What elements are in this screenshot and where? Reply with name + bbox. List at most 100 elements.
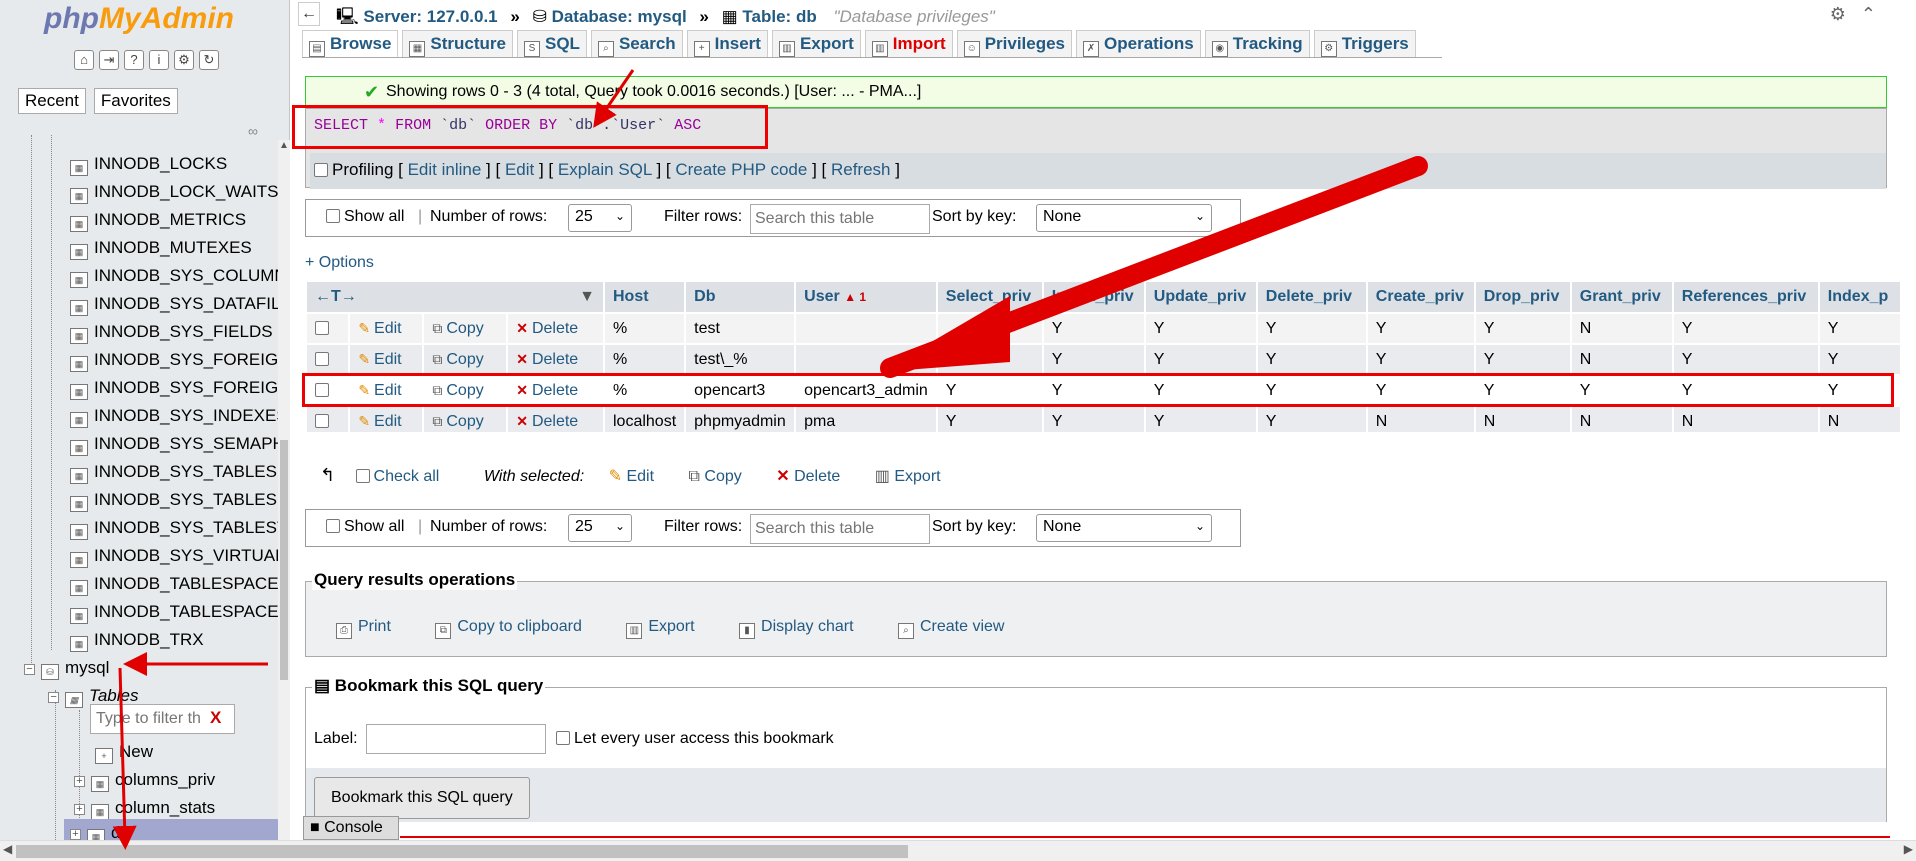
column-controls-icon[interactable]: ←T→ bbox=[315, 288, 357, 305]
settings-icon[interactable]: ⚙ bbox=[1830, 4, 1846, 24]
cell-user[interactable] bbox=[796, 345, 936, 374]
sort-by-key-select[interactable]: None ⌄ bbox=[1036, 514, 1212, 542]
column-header-index-priv[interactable]: Index_p bbox=[1819, 282, 1900, 312]
favorites-tab[interactable]: Favorites bbox=[93, 88, 178, 114]
show-all-control[interactable]: Show all bbox=[326, 518, 404, 536]
cell-references-priv[interactable]: Y bbox=[1673, 345, 1818, 374]
cell-delete-priv[interactable]: Y bbox=[1257, 314, 1366, 343]
documentation-icon[interactable]: i bbox=[149, 50, 169, 70]
cell-select-priv[interactable] bbox=[937, 314, 1042, 343]
cell-references-priv[interactable]: N bbox=[1673, 407, 1818, 432]
cell-create-priv[interactable]: Y bbox=[1367, 314, 1474, 343]
tree-item-innodb-mutexes[interactable]: ▦ INNODB_MUTEXES bbox=[70, 234, 252, 262]
expand-icon[interactable]: + bbox=[74, 804, 85, 815]
breadcrumb-server[interactable]: Server: 127.0.0.1 bbox=[363, 7, 497, 26]
bookmark-submit-button[interactable]: Bookmark this SQL query bbox=[314, 777, 530, 819]
column-header-host[interactable]: Host bbox=[605, 282, 685, 312]
cell-index-priv[interactable]: N bbox=[1819, 407, 1900, 432]
tree-item-innodb-sys-datafiles[interactable]: ▦ INNODB_SYS_DATAFILI bbox=[70, 290, 278, 318]
tree-item-innodb-sys-tablestats[interactable]: ▦ INNODB_SYS_TABLEST bbox=[70, 514, 278, 542]
tree-item-innodb-sys-semaphore[interactable]: ▦ INNODB_SYS_SEMAPH bbox=[70, 430, 278, 458]
cell-insert-priv[interactable]: Y bbox=[1043, 345, 1144, 374]
cell-create-priv[interactable]: N bbox=[1367, 407, 1474, 432]
explain-sql-link[interactable]: Explain SQL bbox=[558, 160, 652, 179]
column-header-grant-priv[interactable]: Grant_priv bbox=[1571, 282, 1672, 312]
cell-index-priv[interactable]: Y bbox=[1819, 314, 1900, 343]
cell-delete-priv[interactable]: Y bbox=[1257, 345, 1366, 374]
console-toggle[interactable]: ■ Console bbox=[303, 816, 399, 840]
column-header-user[interactable]: User ▲ 1 bbox=[796, 282, 936, 312]
column-header-update-priv[interactable]: Update_priv bbox=[1145, 282, 1256, 312]
column-header-select-priv[interactable]: Select_priv bbox=[937, 282, 1042, 312]
column-header-drop-priv[interactable]: Drop_priv bbox=[1475, 282, 1570, 312]
expand-icon[interactable]: + bbox=[74, 776, 85, 787]
tree-item-innodb-sys-tables[interactable]: ▦ INNODB_SYS_TABLES bbox=[70, 458, 277, 486]
tree-item-innodb-sys-virtual[interactable]: ▦ INNODB_SYS_VIRTUAL bbox=[70, 542, 278, 570]
cell-host[interactable]: % bbox=[605, 314, 685, 343]
let-every-user-checkbox[interactable] bbox=[556, 731, 570, 745]
scroll-right-icon[interactable]: ▶ bbox=[1904, 842, 1913, 856]
cell-drop-priv[interactable]: Y bbox=[1475, 314, 1570, 343]
cell-index-priv[interactable]: Y bbox=[1819, 345, 1900, 374]
column-header-delete-priv[interactable]: Delete_priv bbox=[1257, 282, 1366, 312]
print-button[interactable]: ⎙ Print bbox=[336, 618, 391, 639]
create-php-code-link[interactable]: Create PHP code bbox=[675, 160, 807, 179]
expand-icon[interactable]: + bbox=[70, 829, 81, 840]
chevron-down-icon[interactable]: ▼ bbox=[579, 288, 595, 306]
sort-by-key-select[interactable]: None ⌄ bbox=[1036, 204, 1212, 232]
tree-item-innodb-sys-indexes[interactable]: ▦ INNODB_SYS_INDEXES bbox=[70, 402, 278, 430]
settings-icon[interactable]: ⚙ bbox=[174, 50, 194, 70]
breadcrumb-database[interactable]: Database: mysql bbox=[552, 7, 687, 26]
column-resize-controls[interactable]: ←T→ ▼ bbox=[307, 282, 603, 312]
tree-item-innodb-trx[interactable]: ▦ INNODB_TRX bbox=[70, 626, 204, 654]
column-header-references-priv[interactable]: References_priv bbox=[1673, 282, 1818, 312]
tree-item-innodb-sys-columns[interactable]: ▦ INNODB_SYS_COLUMN bbox=[70, 262, 278, 290]
delete-row-button[interactable]: ✕ Delete bbox=[508, 407, 603, 432]
scroll-left-icon[interactable]: ◀ bbox=[3, 842, 12, 856]
bulk-delete-button[interactable]: ✕ Delete bbox=[776, 468, 840, 485]
tab-import[interactable]: ▥ Import bbox=[864, 30, 953, 58]
column-header-insert-priv[interactable]: Insert_priv bbox=[1043, 282, 1144, 312]
phpmyadmin-logo[interactable]: phpMyAdmin bbox=[44, 2, 234, 36]
tree-table-db[interactable]: + ▦ db bbox=[64, 819, 278, 840]
cell-grant-priv[interactable]: N bbox=[1571, 407, 1672, 432]
horizontal-scrollbar-thumb[interactable] bbox=[16, 845, 908, 858]
copy-row-button[interactable]: ⧉ Copy bbox=[424, 314, 507, 343]
cell-references-priv[interactable]: Y bbox=[1673, 314, 1818, 343]
logout-icon[interactable]: ⇥ bbox=[99, 50, 119, 70]
cell-user[interactable] bbox=[796, 314, 936, 343]
show-all-control[interactable]: Show all bbox=[326, 208, 404, 226]
collapse-sidebar-icon[interactable]: ← bbox=[298, 2, 320, 26]
column-header-db[interactable]: Db bbox=[686, 282, 795, 312]
breadcrumb-table[interactable]: Table: db bbox=[742, 7, 816, 26]
tree-db-mysql[interactable]: − ⛁ mysql bbox=[24, 654, 109, 682]
display-chart-button[interactable]: ▮ Display chart bbox=[739, 618, 854, 639]
cell-insert-priv[interactable]: Y bbox=[1043, 407, 1144, 432]
tree-item-innodb-sys-tablespaces[interactable]: ▦ INNODB_SYS_TABLESF bbox=[70, 486, 278, 514]
row-checkbox[interactable] bbox=[315, 413, 329, 428]
tab-export[interactable]: ▥ Export bbox=[771, 30, 861, 58]
edit-link[interactable]: Edit bbox=[505, 160, 534, 179]
tab-insert[interactable]: + Insert bbox=[686, 30, 768, 58]
create-view-button[interactable]: ⌕ Create view bbox=[897, 618, 1004, 639]
cell-drop-priv[interactable]: N bbox=[1475, 407, 1570, 432]
number-of-rows-select[interactable]: 25 ⌄ bbox=[568, 514, 632, 542]
row-checkbox[interactable] bbox=[315, 320, 329, 335]
delete-row-button[interactable]: ✕ Delete bbox=[508, 314, 603, 343]
tab-browse[interactable]: ▤ Browse bbox=[302, 30, 399, 58]
bulk-edit-button[interactable]: ✎ Edit bbox=[609, 468, 654, 485]
tree-table-column-stats[interactable]: + ▦ column_stats bbox=[74, 794, 215, 822]
cell-create-priv[interactable]: Y bbox=[1367, 345, 1474, 374]
tree-item-innodb-locks[interactable]: ▦ INNODB_LOCKS bbox=[70, 150, 227, 178]
bulk-export-button[interactable]: ▥ Export bbox=[875, 468, 941, 485]
cell-select-priv[interactable]: Y bbox=[937, 407, 1042, 432]
collapse-icon[interactable]: − bbox=[24, 664, 35, 675]
tree-table-columns-priv[interactable]: + ▦ columns_priv bbox=[74, 766, 215, 794]
home-icon[interactable]: ⌂ bbox=[74, 50, 94, 70]
cell-update-priv[interactable]: Y bbox=[1145, 345, 1256, 374]
tree-item-innodb-sys-foreign[interactable]: ▦ INNODB_SYS_FOREIGN bbox=[70, 346, 278, 374]
column-header-create-priv[interactable]: Create_priv bbox=[1367, 282, 1474, 312]
scroll-up-icon[interactable]: ▲ bbox=[279, 140, 289, 151]
row-checkbox[interactable] bbox=[315, 351, 329, 366]
collapse-top-icon[interactable]: ⌃ bbox=[1861, 4, 1876, 24]
